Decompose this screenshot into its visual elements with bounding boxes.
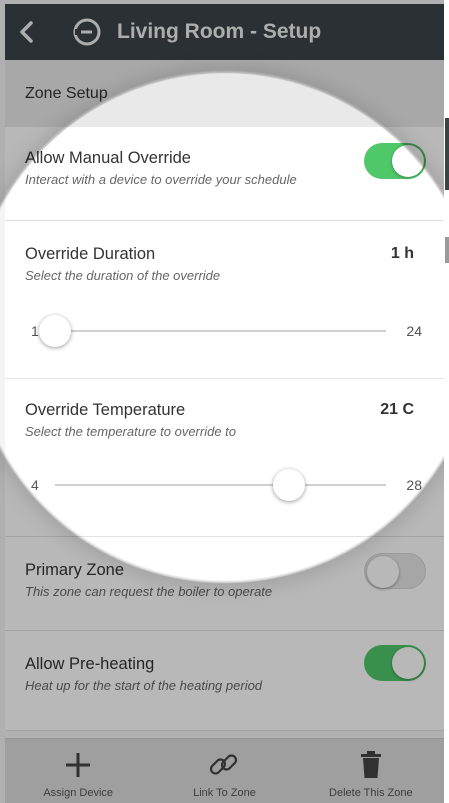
app-screen: Living Room - Setup Zone Setup Allow Man… bbox=[0, 0, 449, 803]
right-edge-strip bbox=[444, 0, 449, 803]
override-temperature-title: Override Temperature bbox=[25, 401, 186, 419]
trash-icon bbox=[359, 749, 383, 781]
manual-override-subtitle: Interact with a device to override your … bbox=[25, 172, 297, 187]
slider-min-label: 1 bbox=[31, 323, 39, 339]
toggle-knob bbox=[392, 145, 424, 177]
plus-icon bbox=[63, 749, 93, 781]
section-header: Zone Setup bbox=[5, 60, 444, 127]
slider-thumb[interactable] bbox=[39, 315, 71, 347]
override-duration-subtitle: Select the duration of the override bbox=[25, 268, 221, 283]
delete-zone-label: Delete This Zone bbox=[329, 787, 413, 799]
primary-zone-row: Primary Zone This zone can request the b… bbox=[5, 537, 444, 631]
settings-list[interactable]: Zone Setup Allow Manual Override Interac… bbox=[5, 60, 444, 738]
link-icon bbox=[208, 749, 240, 781]
override-duration-title: Override Duration bbox=[25, 245, 156, 263]
edge-mark bbox=[445, 237, 449, 263]
link-to-zone-button[interactable]: Link To Zone bbox=[151, 739, 297, 803]
override-temperature-slider[interactable]: 4 28 bbox=[25, 469, 424, 501]
top-bar: Living Room - Setup bbox=[5, 4, 444, 60]
primary-zone-subtitle: This zone can request the boiler to oper… bbox=[25, 584, 273, 599]
primary-zone-toggle[interactable] bbox=[364, 553, 426, 589]
slider-track[interactable] bbox=[55, 484, 386, 486]
pre-heating-row: Allow Pre-heating Heat up for the start … bbox=[5, 631, 444, 731]
assign-device-button[interactable]: Assign Device bbox=[5, 739, 151, 803]
override-temperature-row: Override Temperature Select the temperat… bbox=[5, 379, 444, 537]
app-logo bbox=[69, 4, 105, 60]
manual-override-row: Allow Manual Override Interact with a de… bbox=[5, 127, 444, 221]
slider-min-label: 4 bbox=[31, 477, 39, 493]
slider-max-label: 24 bbox=[406, 323, 422, 339]
manual-override-toggle[interactable] bbox=[364, 143, 426, 179]
page-title: Living Room - Setup bbox=[117, 20, 322, 43]
slider-max-label: 28 bbox=[406, 477, 422, 493]
slider-track[interactable] bbox=[55, 330, 386, 332]
override-duration-slider[interactable]: 1 24 bbox=[25, 315, 424, 347]
edge-mark bbox=[445, 118, 449, 190]
app-logo-icon bbox=[73, 18, 101, 46]
section-title: Zone Setup bbox=[25, 84, 108, 102]
link-to-zone-label: Link To Zone bbox=[193, 787, 256, 799]
assign-device-label: Assign Device bbox=[43, 787, 114, 799]
toggle-knob bbox=[367, 556, 399, 588]
pre-heating-toggle[interactable] bbox=[364, 645, 426, 681]
back-button[interactable] bbox=[5, 4, 49, 60]
override-temperature-value: 21 C bbox=[380, 401, 414, 418]
toggle-knob bbox=[392, 647, 424, 679]
bottom-action-bar: Assign Device Link To Zone Delete This Z… bbox=[5, 738, 444, 803]
override-duration-row: Override Duration Select the duration of… bbox=[5, 221, 444, 379]
override-duration-value: 1 h bbox=[390, 245, 414, 262]
slider-thumb[interactable] bbox=[273, 469, 306, 501]
delete-zone-button[interactable]: Delete This Zone bbox=[298, 739, 444, 803]
pre-heating-subtitle: Heat up for the start of the heating per… bbox=[25, 678, 263, 693]
back-chevron-icon bbox=[20, 21, 33, 43]
override-temperature-subtitle: Select the temperature to override to bbox=[25, 424, 237, 439]
